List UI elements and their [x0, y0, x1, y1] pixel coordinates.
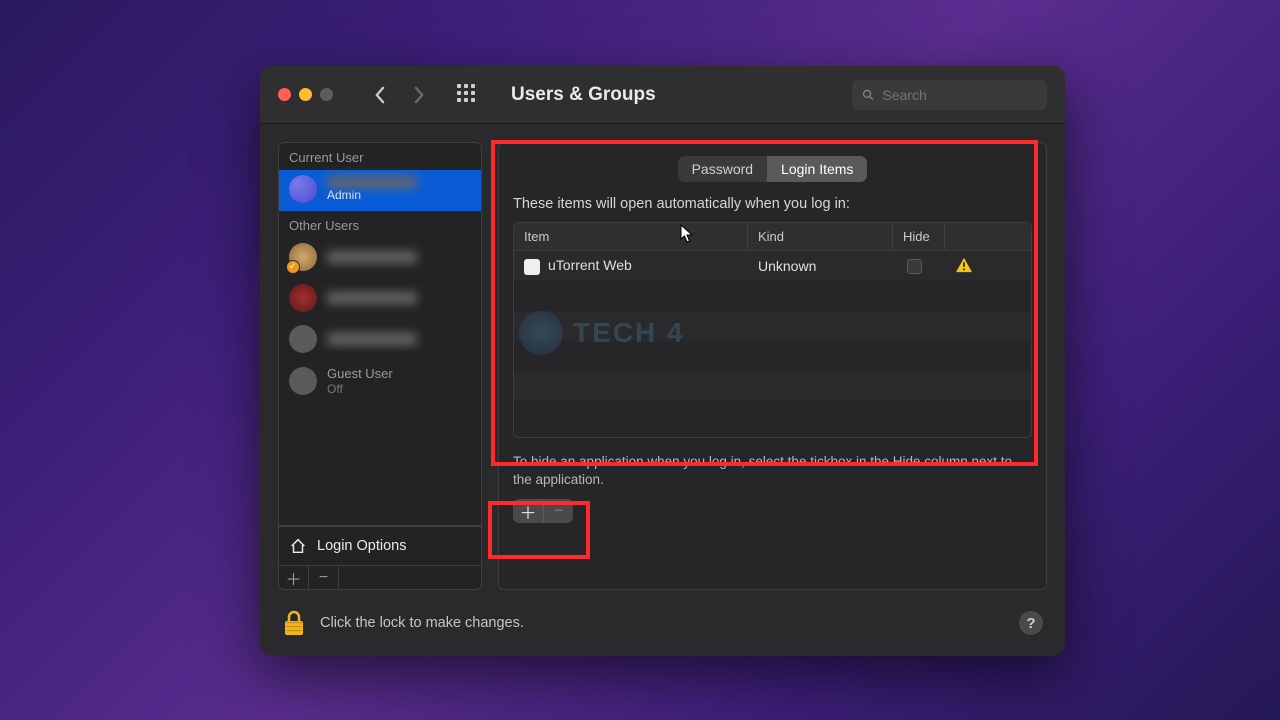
remove-user-button: − [309, 566, 339, 589]
search-input[interactable] [882, 87, 1037, 103]
house-icon [289, 537, 307, 555]
back-button[interactable] [365, 81, 393, 109]
tab-bar: Password Login Items [513, 156, 1032, 182]
login-options-button[interactable]: Login Options [278, 526, 482, 566]
app-icon [524, 259, 540, 275]
avatar [289, 367, 317, 395]
sidebar: Current User Admin Other Users [278, 142, 482, 590]
search-icon [862, 88, 874, 102]
col-kind[interactable]: Kind [748, 223, 893, 250]
main-panel: Password Login Items These items will op… [498, 142, 1047, 590]
footer: Click the lock to make changes. ? [260, 590, 1065, 656]
lock-text: Click the lock to make changes. [320, 615, 1005, 631]
col-item[interactable]: Item [514, 223, 748, 250]
show-all-icon[interactable] [457, 84, 479, 106]
item-add-remove: ＋ − [513, 499, 573, 523]
hide-checkbox[interactable] [907, 259, 922, 274]
maximize-button [320, 88, 333, 101]
table-row[interactable]: uTorrent Web Unknown [514, 251, 1031, 281]
other-user-row[interactable] [279, 238, 481, 279]
search-field[interactable] [852, 80, 1047, 110]
user-name-redacted [327, 176, 417, 188]
other-user-row[interactable] [279, 279, 481, 320]
user-name-redacted [327, 333, 417, 345]
add-user-button: ＋ [279, 566, 309, 589]
close-button[interactable] [278, 88, 291, 101]
user-name-redacted [327, 292, 417, 304]
item-kind: Unknown [748, 258, 893, 274]
forward-button [405, 81, 433, 109]
other-users-label: Other Users [279, 211, 481, 238]
add-item-button[interactable]: ＋ [513, 499, 543, 523]
tab-login-items[interactable]: Login Items [767, 156, 867, 182]
col-spacer [945, 223, 1031, 250]
other-user-row[interactable] [279, 320, 481, 361]
item-name: uTorrent Web [548, 257, 632, 273]
traffic-lights [278, 88, 333, 101]
avatar [289, 175, 317, 203]
help-button[interactable]: ? [1019, 611, 1043, 635]
avatar [289, 284, 317, 312]
window-title: Users & Groups [511, 84, 838, 106]
current-user-row[interactable]: Admin [279, 170, 481, 211]
nav-buttons [365, 81, 433, 109]
minimize-button[interactable] [299, 88, 312, 101]
login-options-label: Login Options [317, 538, 406, 554]
user-role: Admin [327, 188, 417, 202]
avatar [289, 243, 317, 271]
login-items-table: Item Kind Hide uTorrent Web Unknown TECH [513, 222, 1032, 438]
login-items-description: These items will open automatically when… [513, 196, 1032, 212]
guest-name: Guest User [327, 366, 393, 382]
remove-item-button: − [543, 499, 573, 523]
user-add-remove: ＋ − [278, 566, 482, 590]
current-user-label: Current User [279, 143, 481, 170]
titlebar: Users & Groups [260, 66, 1065, 124]
guest-user-row[interactable]: Guest User Off [279, 361, 481, 404]
avatar [289, 325, 317, 353]
tab-password[interactable]: Password [678, 156, 767, 182]
guest-status: Off [327, 382, 393, 396]
user-list: Current User Admin Other Users [278, 142, 482, 526]
warning-icon [955, 257, 973, 273]
hide-hint: To hide an application when you log in, … [513, 453, 1032, 489]
lock-icon[interactable] [282, 609, 306, 637]
preferences-window: Users & Groups Current User Admin Other … [260, 66, 1065, 656]
user-name-redacted [327, 251, 417, 263]
col-hide[interactable]: Hide [893, 223, 945, 250]
